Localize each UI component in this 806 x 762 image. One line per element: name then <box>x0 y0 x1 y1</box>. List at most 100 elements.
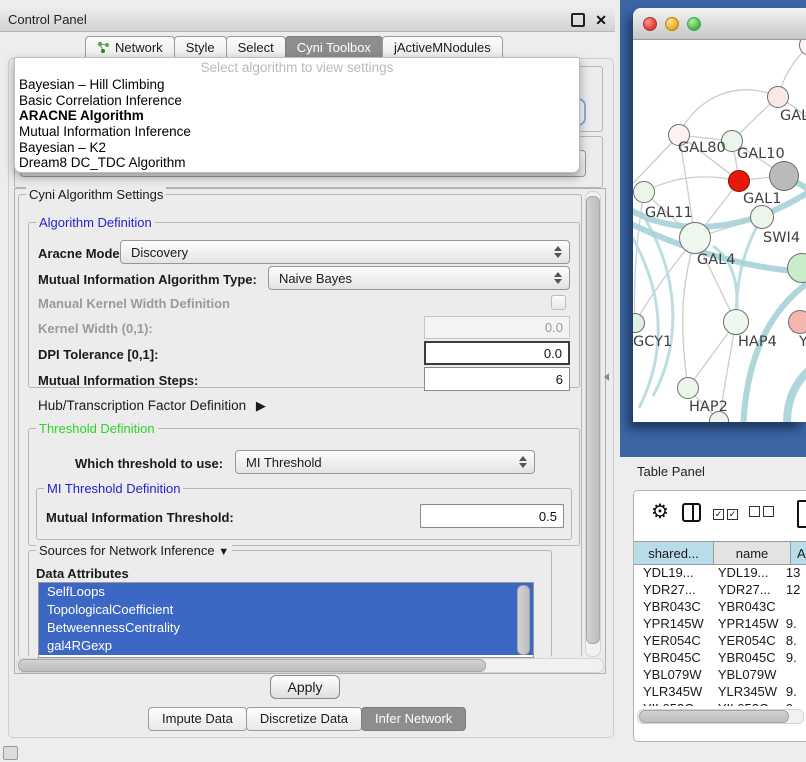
node-label: GAL1 <box>743 191 781 207</box>
node-label: SWI4 <box>763 230 800 246</box>
node-label: GCY1 <box>633 334 672 350</box>
which-threshold-label: Which threshold to use: <box>75 456 223 471</box>
combo-arrows-icon <box>547 272 569 284</box>
table-toolbar: ⚙ ✓✓ <box>634 491 806 539</box>
node-hap2[interactable] <box>677 377 699 399</box>
mi-steps-field[interactable] <box>424 367 570 391</box>
settings-vscrollbar-thumb[interactable] <box>586 196 600 644</box>
network-view-window[interactable]: GAL GAL80 GAL10 GAL1 GAL11 SWI4 GAL4 GCY… <box>633 8 806 422</box>
node-gal[interactable] <box>767 86 789 108</box>
dropdown-item[interactable]: Mutual Information Inference <box>15 124 579 140</box>
float-icon[interactable] <box>571 13 585 27</box>
node-swi4[interactable] <box>750 205 774 229</box>
list-item[interactable]: BetweennessCentrality <box>39 619 533 637</box>
gear-icon[interactable]: ⚙ <box>651 499 669 524</box>
node-label: GAL4 <box>697 252 735 268</box>
which-threshold-combobox[interactable]: MI Threshold <box>235 450 535 474</box>
network-icon <box>97 41 110 54</box>
dropdown-item[interactable]: Bayesian – Hill Climbing <box>15 77 579 93</box>
tab-infer-network[interactable]: Infer Network <box>361 707 466 731</box>
table-row[interactable]: YPR145WYPR145W9. <box>634 615 806 632</box>
node-gray[interactable] <box>769 161 799 191</box>
table-row[interactable]: YBR043CYBR043C <box>634 598 806 615</box>
table-hscrollbar-thumb[interactable] <box>639 710 789 723</box>
panel-title: Control Panel <box>8 12 571 27</box>
table-row[interactable]: YBL079WYBL079W <box>634 666 806 683</box>
splitter-collapse-icon[interactable] <box>604 373 609 381</box>
aracne-mode-label: Aracne Mode: <box>38 246 124 261</box>
mi-threshold-label: Mutual Information Threshold: <box>46 510 234 525</box>
node-label: GAL <box>780 108 806 124</box>
table-row[interactable]: YLR345WYLR345W9. <box>634 683 806 700</box>
select-all-checkboxes-icon[interactable]: ✓✓ <box>713 505 741 520</box>
close-icon[interactable]: ✕ <box>595 15 607 25</box>
tab-select[interactable]: Select <box>226 36 286 59</box>
dropdown-item[interactable]: Dream8 DC_TDC Algorithm <box>15 155 579 171</box>
table-row[interactable]: YER054CYER054C8. <box>634 632 806 649</box>
settings-hscrollbar-thumb[interactable] <box>18 659 486 672</box>
manual-kernel-checkbox[interactable] <box>551 295 566 310</box>
list-item[interactable]: gal4RGexp <box>39 637 533 655</box>
column-header-shared[interactable]: shared... <box>634 542 714 564</box>
zoom-window-icon[interactable] <box>687 17 701 31</box>
column-header-extra[interactable]: A <box>791 542 806 564</box>
node-label: HAP4 <box>738 334 777 350</box>
aracne-mode-combobox[interactable]: Discovery <box>120 240 570 264</box>
collapse-arrow-icon: ▶ <box>256 398 266 413</box>
settings-group-title: Cyni Algorithm Settings <box>26 187 166 202</box>
mi-threshold-field[interactable] <box>420 504 564 528</box>
hub-definition-toggle[interactable]: Hub/Transcription Factor Definition ▶ <box>38 398 266 414</box>
dropdown-item[interactable]: Basic Correlation Inference <box>15 93 579 109</box>
dropdown-item-highlighted[interactable]: ARACNE Algorithm <box>15 108 579 124</box>
dpi-tolerance-field[interactable] <box>424 341 570 365</box>
close-window-icon[interactable] <box>643 17 657 31</box>
tab-network[interactable]: Network <box>85 36 175 59</box>
tab-impute-data[interactable]: Impute Data <box>148 707 247 731</box>
node-gal11[interactable] <box>633 181 655 203</box>
deselect-all-checkboxes-icon[interactable] <box>749 505 777 520</box>
columns-icon[interactable] <box>682 503 701 522</box>
node-label: GAL80 <box>678 140 726 156</box>
tab-discretize-data[interactable]: Discretize Data <box>246 707 362 731</box>
mi-type-label: Mutual Information Algorithm Type: <box>38 272 257 287</box>
control-panel-titlebar: Control Panel ✕ <box>0 8 615 32</box>
minimize-window-icon[interactable] <box>665 17 679 31</box>
minimized-window-icon[interactable] <box>3 746 18 760</box>
kernel-width-field[interactable] <box>424 316 570 339</box>
screen: Control Panel ✕ Network Style Select Cyn… <box>0 0 806 762</box>
tab-network-label: Network <box>115 40 163 55</box>
node-gal4[interactable] <box>679 222 711 254</box>
table-row[interactable]: YDR27...YDR27...12 <box>634 581 806 598</box>
node-y[interactable] <box>788 310 806 334</box>
column-header-name[interactable]: name <box>714 542 791 564</box>
node-label: GAL10 <box>737 146 785 162</box>
dropdown-prompt: Select algorithm to view settings <box>15 58 579 77</box>
table-row[interactable]: YDL19...YDL19...13 <box>634 564 806 581</box>
network-window-titlebar[interactable] <box>633 8 806 40</box>
list-item[interactable]: SelfLoops <box>39 583 533 601</box>
node-hap4[interactable] <box>723 309 749 335</box>
tab-jactivemnodules[interactable]: jActiveMNodules <box>382 36 503 59</box>
table-header: shared... name A <box>634 541 806 565</box>
mi-type-combobox[interactable]: Naive Bayes <box>268 266 570 290</box>
node-gal1[interactable] <box>728 170 750 192</box>
table-row[interactable]: YIL052CYIL052C9 <box>634 700 806 706</box>
list-item[interactable]: TopologicalCoefficient <box>39 601 533 619</box>
sources-title[interactable]: Sources for Network Inference ▼ <box>36 543 232 558</box>
data-attributes-label: Data Attributes <box>36 566 129 581</box>
node-label: HAP2 <box>689 399 728 415</box>
list-scrollbar[interactable] <box>517 585 530 655</box>
combo-arrows-icon <box>547 246 569 258</box>
node-label: Y <box>799 334 806 350</box>
algorithm-dropdown-list: Select algorithm to view settings Bayesi… <box>14 57 580 173</box>
combo-arrows-icon <box>512 456 534 468</box>
apply-button[interactable]: Apply <box>270 675 340 699</box>
network-canvas[interactable]: GAL GAL80 GAL10 GAL1 GAL11 SWI4 GAL4 GCY… <box>633 40 806 422</box>
tab-style[interactable]: Style <box>174 36 227 59</box>
expand-arrow-icon: ▼ <box>218 546 229 558</box>
node-label: GAL11 <box>645 205 693 221</box>
tab-cyni-toolbox[interactable]: Cyni Toolbox <box>285 36 383 59</box>
document-icon[interactable] <box>797 500 806 528</box>
dropdown-item[interactable]: Bayesian – K2 <box>15 140 579 156</box>
table-row[interactable]: YBR045CYBR045C9. <box>634 649 806 666</box>
